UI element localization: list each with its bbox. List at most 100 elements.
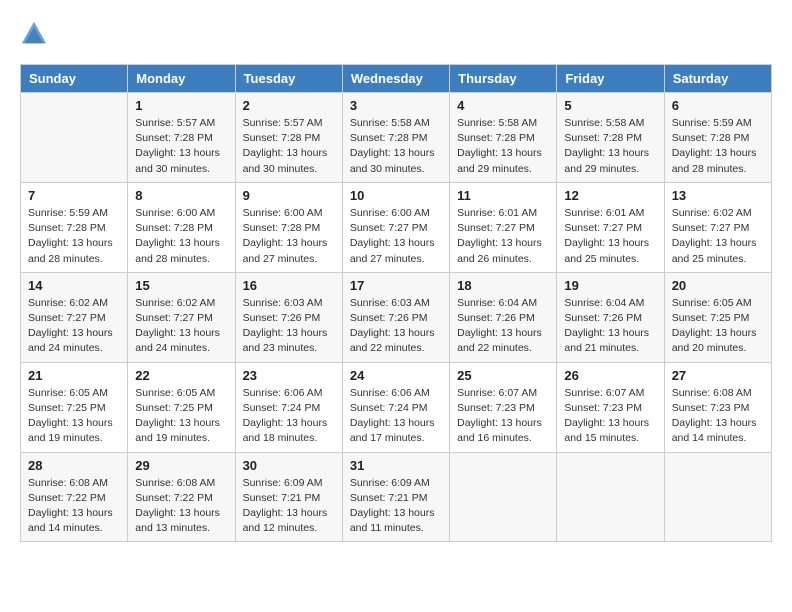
day-number: 2 bbox=[243, 98, 335, 113]
day-info: Sunrise: 6:06 AM Sunset: 7:24 PM Dayligh… bbox=[243, 386, 335, 447]
day-info: Sunrise: 6:09 AM Sunset: 7:21 PM Dayligh… bbox=[243, 476, 335, 537]
day-number: 1 bbox=[135, 98, 227, 113]
calendar-week-1: 1 Sunrise: 5:57 AM Sunset: 7:28 PM Daylig… bbox=[21, 93, 772, 183]
calendar-cell: 30Sunrise: 6:09 AM Sunset: 7:21 PM Dayli… bbox=[235, 452, 342, 542]
calendar-cell bbox=[664, 452, 771, 542]
day-info: Sunrise: 6:07 AM Sunset: 7:23 PM Dayligh… bbox=[564, 386, 656, 447]
weekday-header-monday: Monday bbox=[128, 65, 235, 93]
calendar-cell bbox=[450, 452, 557, 542]
weekday-header-friday: Friday bbox=[557, 65, 664, 93]
day-number: 3 bbox=[350, 98, 442, 113]
weekday-header-thursday: Thursday bbox=[450, 65, 557, 93]
day-number: 10 bbox=[350, 188, 442, 203]
calendar-cell: 19 Sunrise: 6:04 AM Sunset: 7:26 PM Dayli… bbox=[557, 272, 664, 362]
day-info: Sunrise: 5:58 AM Sunset: 7:28 PM Dayligh… bbox=[457, 116, 549, 177]
day-number: 28 bbox=[28, 458, 120, 473]
calendar-cell: 12Sunrise: 6:01 AM Sunset: 7:27 PM Dayli… bbox=[557, 182, 664, 272]
day-info: Sunrise: 6:04 AM Sunset: 7:26 PM Dayligh… bbox=[564, 296, 656, 357]
day-info: Sunrise: 6:03 AM Sunset: 7:26 PM Dayligh… bbox=[350, 296, 442, 357]
calendar-week-5: 28 Sunrise: 6:08 AM Sunset: 7:22 PM Dayli… bbox=[21, 452, 772, 542]
day-info: Sunrise: 6:03 AM Sunset: 7:26 PM Dayligh… bbox=[243, 296, 335, 357]
day-info: Sunrise: 6:05 AM Sunset: 7:25 PM Dayligh… bbox=[135, 386, 227, 447]
day-number: 19 bbox=[564, 278, 656, 293]
logo bbox=[20, 20, 52, 48]
calendar-cell: 26 Sunrise: 6:07 AM Sunset: 7:23 PM Dayli… bbox=[557, 362, 664, 452]
calendar-cell: 29Sunrise: 6:08 AM Sunset: 7:22 PM Dayli… bbox=[128, 452, 235, 542]
day-info: Sunrise: 5:57 AM Sunset: 7:28 PM Dayligh… bbox=[135, 116, 227, 177]
calendar-cell: 21Sunrise: 6:05 AM Sunset: 7:25 PM Dayli… bbox=[21, 362, 128, 452]
calendar-cell: 16 Sunrise: 6:03 AM Sunset: 7:26 PM Dayli… bbox=[235, 272, 342, 362]
calendar-cell: 22 Sunrise: 6:05 AM Sunset: 7:25 PM Dayli… bbox=[128, 362, 235, 452]
calendar-week-3: 14Sunrise: 6:02 AM Sunset: 7:27 PM Dayli… bbox=[21, 272, 772, 362]
day-info: Sunrise: 6:08 AM Sunset: 7:22 PM Dayligh… bbox=[28, 476, 120, 537]
calendar-cell bbox=[557, 452, 664, 542]
page-header bbox=[20, 20, 772, 48]
calendar-week-2: 7Sunrise: 5:59 AM Sunset: 7:28 PM Daylig… bbox=[21, 182, 772, 272]
day-info: Sunrise: 5:58 AM Sunset: 7:28 PM Dayligh… bbox=[564, 116, 656, 177]
day-number: 13 bbox=[672, 188, 764, 203]
calendar-table: SundayMondayTuesdayWednesdayThursdayFrid… bbox=[20, 64, 772, 542]
day-number: 8 bbox=[135, 188, 227, 203]
calendar-cell: 27 Sunrise: 6:08 AM Sunset: 7:23 PM Dayli… bbox=[664, 362, 771, 452]
weekday-header-saturday: Saturday bbox=[664, 65, 771, 93]
day-info: Sunrise: 6:02 AM Sunset: 7:27 PM Dayligh… bbox=[672, 206, 764, 267]
day-info: Sunrise: 6:09 AM Sunset: 7:21 PM Dayligh… bbox=[350, 476, 442, 537]
day-info: Sunrise: 6:01 AM Sunset: 7:27 PM Dayligh… bbox=[457, 206, 549, 267]
day-number: 9 bbox=[243, 188, 335, 203]
day-info: Sunrise: 5:57 AM Sunset: 7:28 PM Dayligh… bbox=[243, 116, 335, 177]
calendar-cell: 13 Sunrise: 6:02 AM Sunset: 7:27 PM Dayli… bbox=[664, 182, 771, 272]
day-number: 15 bbox=[135, 278, 227, 293]
day-info: Sunrise: 6:04 AM Sunset: 7:26 PM Dayligh… bbox=[457, 296, 549, 357]
day-info: Sunrise: 6:02 AM Sunset: 7:27 PM Dayligh… bbox=[28, 296, 120, 357]
calendar-cell: 18 Sunrise: 6:04 AM Sunset: 7:26 PM Dayli… bbox=[450, 272, 557, 362]
day-number: 26 bbox=[564, 368, 656, 383]
day-number: 24 bbox=[350, 368, 442, 383]
day-info: Sunrise: 6:05 AM Sunset: 7:25 PM Dayligh… bbox=[672, 296, 764, 357]
day-info: Sunrise: 6:08 AM Sunset: 7:22 PM Dayligh… bbox=[135, 476, 227, 537]
calendar-cell: 31 Sunrise: 6:09 AM Sunset: 7:21 PM Dayli… bbox=[342, 452, 449, 542]
calendar-cell: 23Sunrise: 6:06 AM Sunset: 7:24 PM Dayli… bbox=[235, 362, 342, 452]
calendar-cell: 15Sunrise: 6:02 AM Sunset: 7:27 PM Dayli… bbox=[128, 272, 235, 362]
calendar-cell: 8 Sunrise: 6:00 AM Sunset: 7:28 PM Daylig… bbox=[128, 182, 235, 272]
day-info: Sunrise: 6:08 AM Sunset: 7:23 PM Dayligh… bbox=[672, 386, 764, 447]
calendar-cell: 1 Sunrise: 5:57 AM Sunset: 7:28 PM Daylig… bbox=[128, 93, 235, 183]
day-info: Sunrise: 6:05 AM Sunset: 7:25 PM Dayligh… bbox=[28, 386, 120, 447]
day-number: 22 bbox=[135, 368, 227, 383]
day-number: 17 bbox=[350, 278, 442, 293]
calendar-cell: 28 Sunrise: 6:08 AM Sunset: 7:22 PM Dayli… bbox=[21, 452, 128, 542]
weekday-header-sunday: Sunday bbox=[21, 65, 128, 93]
calendar-cell: 11 Sunrise: 6:01 AM Sunset: 7:27 PM Dayli… bbox=[450, 182, 557, 272]
day-number: 27 bbox=[672, 368, 764, 383]
day-number: 16 bbox=[243, 278, 335, 293]
calendar-cell: 9 Sunrise: 6:00 AM Sunset: 7:28 PM Daylig… bbox=[235, 182, 342, 272]
header-row: SundayMondayTuesdayWednesdayThursdayFrid… bbox=[21, 65, 772, 93]
calendar-cell: 24 Sunrise: 6:06 AM Sunset: 7:24 PM Dayli… bbox=[342, 362, 449, 452]
calendar-cell: 4 Sunrise: 5:58 AM Sunset: 7:28 PM Daylig… bbox=[450, 93, 557, 183]
day-number: 25 bbox=[457, 368, 549, 383]
calendar-cell: 6 Sunrise: 5:59 AM Sunset: 7:28 PM Daylig… bbox=[664, 93, 771, 183]
day-number: 4 bbox=[457, 98, 549, 113]
day-info: Sunrise: 6:01 AM Sunset: 7:27 PM Dayligh… bbox=[564, 206, 656, 267]
calendar-cell: 2 Sunrise: 5:57 AM Sunset: 7:28 PM Daylig… bbox=[235, 93, 342, 183]
day-info: Sunrise: 6:00 AM Sunset: 7:28 PM Dayligh… bbox=[243, 206, 335, 267]
day-number: 18 bbox=[457, 278, 549, 293]
calendar-cell: 20 Sunrise: 6:05 AM Sunset: 7:25 PM Dayli… bbox=[664, 272, 771, 362]
calendar-cell: 25Sunrise: 6:07 AM Sunset: 7:23 PM Dayli… bbox=[450, 362, 557, 452]
day-number: 31 bbox=[350, 458, 442, 473]
calendar-week-4: 21Sunrise: 6:05 AM Sunset: 7:25 PM Dayli… bbox=[21, 362, 772, 452]
day-info: Sunrise: 5:58 AM Sunset: 7:28 PM Dayligh… bbox=[350, 116, 442, 177]
logo-icon bbox=[20, 20, 48, 48]
calendar-cell: 14Sunrise: 6:02 AM Sunset: 7:27 PM Dayli… bbox=[21, 272, 128, 362]
calendar-cell: 10Sunrise: 6:00 AM Sunset: 7:27 PM Dayli… bbox=[342, 182, 449, 272]
day-number: 6 bbox=[672, 98, 764, 113]
calendar-cell: 3 Sunrise: 5:58 AM Sunset: 7:28 PM Daylig… bbox=[342, 93, 449, 183]
day-info: Sunrise: 6:06 AM Sunset: 7:24 PM Dayligh… bbox=[350, 386, 442, 447]
day-info: Sunrise: 6:00 AM Sunset: 7:28 PM Dayligh… bbox=[135, 206, 227, 267]
day-number: 20 bbox=[672, 278, 764, 293]
day-number: 7 bbox=[28, 188, 120, 203]
calendar-cell bbox=[21, 93, 128, 183]
day-info: Sunrise: 5:59 AM Sunset: 7:28 PM Dayligh… bbox=[672, 116, 764, 177]
weekday-header-wednesday: Wednesday bbox=[342, 65, 449, 93]
calendar-cell: 17 Sunrise: 6:03 AM Sunset: 7:26 PM Dayli… bbox=[342, 272, 449, 362]
day-number: 11 bbox=[457, 188, 549, 203]
